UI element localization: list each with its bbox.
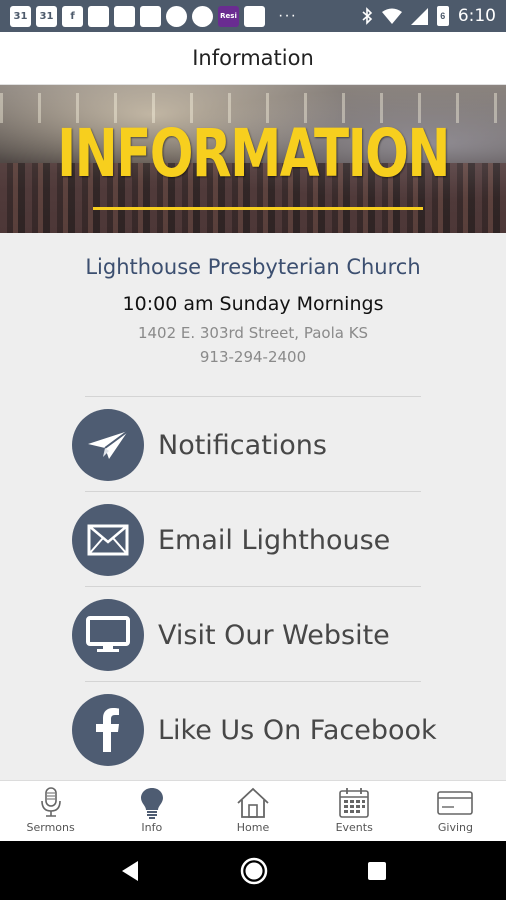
facebook-button[interactable]: Like Us On Facebook <box>72 694 452 766</box>
house-icon <box>237 787 269 818</box>
divider <box>85 586 421 587</box>
nav-sermons-label: Sermons <box>26 821 75 834</box>
information-banner: INFORMATION <box>0 85 506 233</box>
facebook-label: Like Us On Facebook <box>158 714 437 746</box>
monitor-icon <box>86 616 130 652</box>
lightbulb-icon <box>140 788 163 819</box>
nav-home-label: Home <box>236 821 270 834</box>
microphone-icon <box>40 787 61 817</box>
app-notification-icon <box>244 5 265 27</box>
nav-giving[interactable]: Giving <box>405 781 506 841</box>
status-bar: 31 31 f Resi ··· 6 6:10 <box>0 0 506 32</box>
notifications-icon-circle <box>72 409 144 481</box>
church-name: Lighthouse Presbyterian Church <box>85 255 421 279</box>
church-notification-icon <box>166 5 187 27</box>
visit-website-label: Visit Our Website <box>158 619 390 651</box>
nav-events-label: Events <box>335 821 373 834</box>
facebook-icon-circle <box>72 694 144 766</box>
website-icon-circle <box>72 599 144 671</box>
app-bar: Information <box>0 32 506 85</box>
email-lighthouse-label: Email Lighthouse <box>158 524 391 556</box>
bluetooth-icon <box>362 7 372 25</box>
calendar-notification-icon: 31 <box>36 5 57 27</box>
signal-icon <box>410 7 428 25</box>
nav-info[interactable]: Info <box>101 781 202 841</box>
resi-notification-icon: Resi <box>218 5 239 27</box>
paper-plane-icon <box>88 430 129 459</box>
credit-card-icon <box>437 791 474 815</box>
nav-info-label: Info <box>141 821 163 834</box>
divider <box>85 396 421 397</box>
battery-icon: 6 <box>436 6 449 26</box>
page-title: Information <box>192 46 314 70</box>
navigation-notification-icon <box>192 5 213 27</box>
app-notification-icon <box>140 5 161 27</box>
divider <box>85 491 421 492</box>
church-phone[interactable]: 913-294-2400 <box>0 348 506 366</box>
more-notifications-icon: ··· <box>278 7 297 24</box>
clock: 6:10 <box>457 6 496 26</box>
banner-underline <box>93 207 423 210</box>
facebook-notification-icon: f <box>62 5 83 27</box>
church-info: Lighthouse Presbyterian Church 10:00 am … <box>0 233 506 366</box>
system-status: 6 6:10 <box>361 6 496 26</box>
calendar-icon <box>339 788 370 818</box>
home-circle-icon[interactable] <box>239 856 269 886</box>
email-lighthouse-button[interactable]: Email Lighthouse <box>72 504 452 576</box>
nav-home[interactable]: Home <box>202 781 303 841</box>
email-icon-circle <box>72 504 144 576</box>
nav-events[interactable]: Events <box>304 781 405 841</box>
nav-sermons[interactable]: Sermons <box>0 781 101 841</box>
calendar-notification-icon: 31 <box>10 5 31 27</box>
service-time: 10:00 am Sunday Mornings <box>122 293 384 315</box>
notifications-button[interactable]: Notifications <box>72 409 452 481</box>
nav-giving-label: Giving <box>437 821 473 834</box>
back-icon[interactable] <box>118 859 142 883</box>
church-address: 1402 E. 303rd Street, Paola KS <box>137 324 369 342</box>
photo-notification-icon <box>114 5 135 27</box>
notifications-label: Notifications <box>158 429 327 461</box>
envelope-icon <box>87 524 129 556</box>
wifi-icon <box>381 8 402 24</box>
visit-website-button[interactable]: Visit Our Website <box>72 599 452 671</box>
android-navigation-bar <box>0 841 506 900</box>
notification-icons: 31 31 f Resi ··· <box>10 5 297 27</box>
divider <box>85 681 421 682</box>
banner-heading: INFORMATION <box>57 115 450 192</box>
facebook-icon <box>96 708 119 752</box>
bottom-navigation: Sermons Info Home Events Giving <box>0 780 506 841</box>
app-notification-icon <box>88 5 109 27</box>
recents-icon[interactable] <box>366 860 388 882</box>
